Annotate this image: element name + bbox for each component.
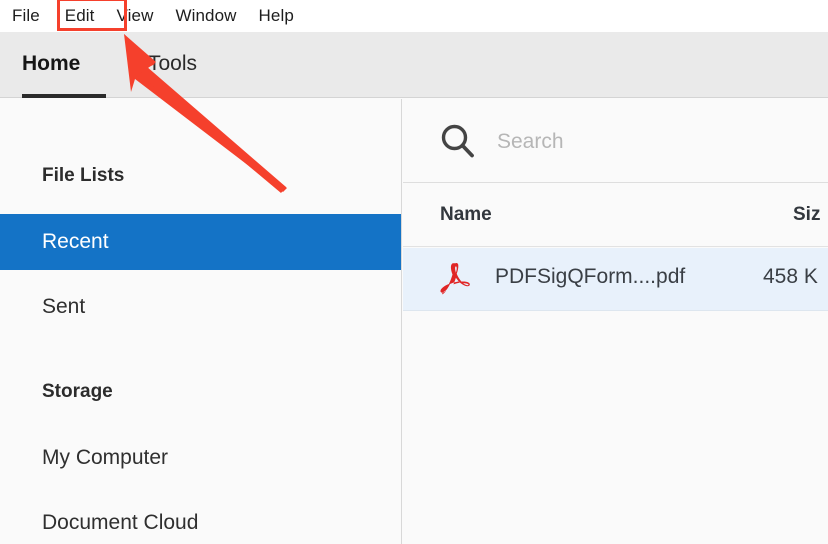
application-window: File Edit View Window Help Home Tools Fi… <box>0 0 828 544</box>
pdf-file-icon <box>436 260 476 300</box>
tab-bar: Home Tools <box>0 32 828 98</box>
file-name: PDFSigQForm....pdf <box>495 265 685 289</box>
content-area: File Lists Recent Sent Storage My Comput… <box>0 99 828 544</box>
menu-view[interactable]: View <box>106 0 165 32</box>
menu-file[interactable]: File <box>12 0 54 32</box>
menu-bar: File Edit View Window Help <box>0 0 828 32</box>
file-table-header: Name Siz <box>403 184 828 247</box>
sidebar-item-sent[interactable]: Sent <box>0 279 401 335</box>
column-header-size[interactable]: Siz <box>793 204 820 226</box>
tab-home[interactable]: Home <box>22 52 80 76</box>
menu-window[interactable]: Window <box>164 0 247 32</box>
file-size: 458 K <box>763 265 818 289</box>
menu-help[interactable]: Help <box>248 0 305 32</box>
sidebar-item-my-computer[interactable]: My Computer <box>0 430 401 486</box>
column-header-name[interactable]: Name <box>440 204 492 226</box>
active-tab-indicator <box>22 94 106 98</box>
search-bar <box>403 99 828 183</box>
menu-edit[interactable]: Edit <box>54 0 106 32</box>
sidebar-section-file-lists: File Lists <box>42 165 124 187</box>
sidebar-section-storage: Storage <box>42 381 113 403</box>
search-icon <box>439 122 477 160</box>
sidebar-item-document-cloud[interactable]: Document Cloud <box>0 495 401 544</box>
file-pane: Name Siz PDFSigQForm....pdf 458 K <box>403 99 828 544</box>
table-row[interactable]: PDFSigQForm....pdf 458 K <box>403 248 828 311</box>
sidebar: File Lists Recent Sent Storage My Comput… <box>0 99 402 544</box>
search-input[interactable] <box>495 121 819 163</box>
tab-tools[interactable]: Tools <box>148 52 197 76</box>
sidebar-item-recent[interactable]: Recent <box>0 214 401 270</box>
